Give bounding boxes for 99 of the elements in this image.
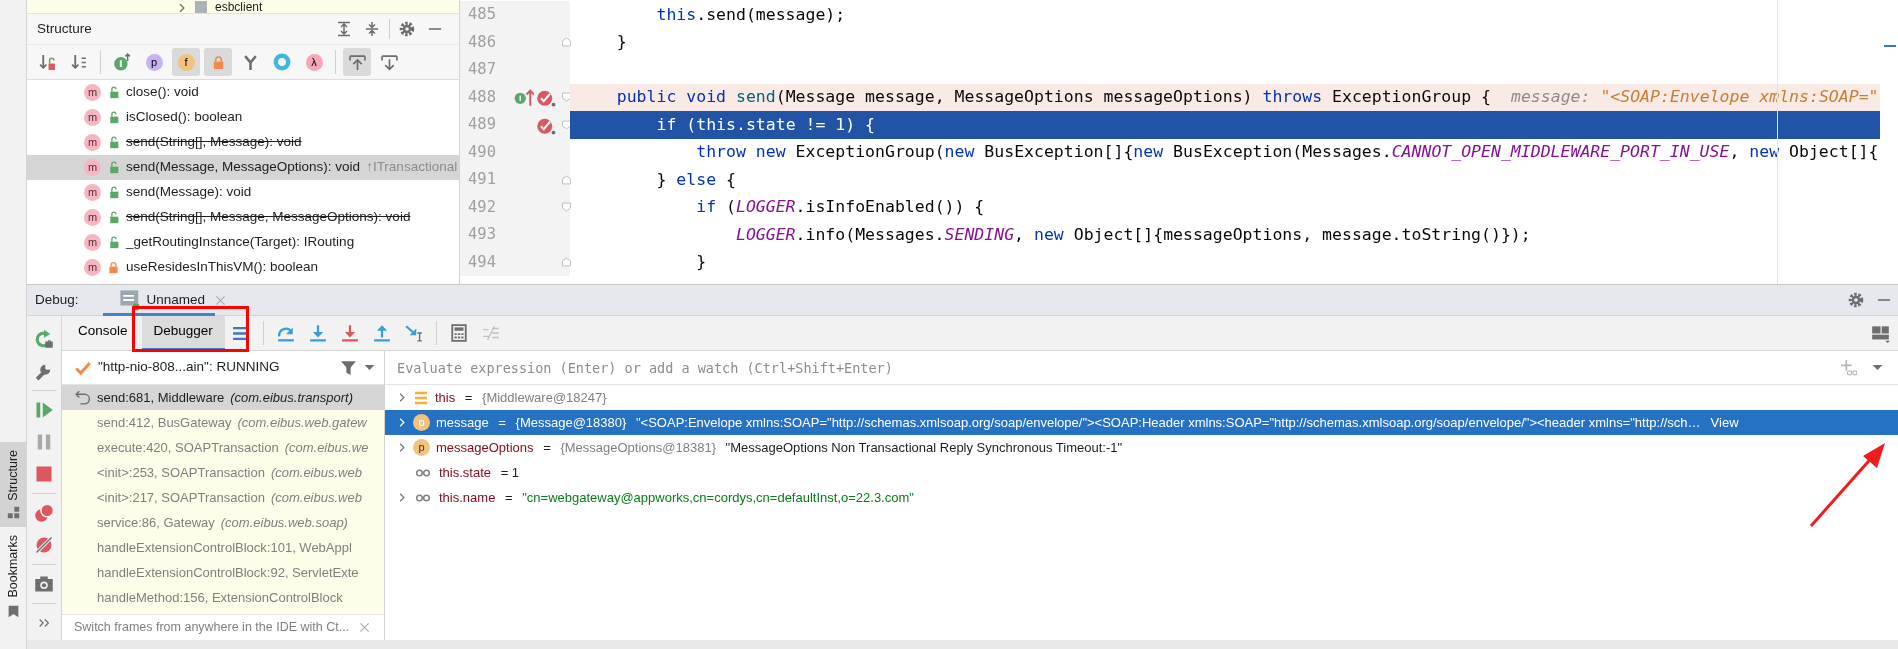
breakpoints-icon	[34, 502, 54, 523]
code-line: }	[615, 31, 628, 54]
hint-text: Switch frames from anywhere in the IDE with Ct...	[74, 620, 350, 635]
code-line: }	[695, 251, 708, 274]
stack-frame[interactable]: handleExtensionControlBlock:92, ServletExte	[62, 560, 384, 585]
stack-frame[interactable]: execute:420, SOAPTransaction (com.eibus.we	[62, 435, 384, 460]
line-number: 494	[467, 252, 496, 272]
debugger-icon	[118, 289, 141, 311]
ring-icon	[273, 53, 291, 71]
code-line: LOGGER.info(Messages.SENDING, new Object[]{messageOptions, message.toString()});	[734, 223, 1532, 246]
thread-selector[interactable]: "http-nio-808...ain": RUNNING	[98, 359, 334, 376]
variable-item[interactable]: p message = {Message@18380} "<SOAP:Envelope xmlns:SOAP="http://schemas.xmlsoap.org/soap/envelope/"><SOAP:Header xmlns:SOAP="http://schemas.xmlsoap.org/soap/envelope/"><header xmlns="http://sch… View	[385, 410, 1898, 435]
structure-icon	[6, 506, 20, 520]
tool-window-tab[interactable]: Bookmarks	[0, 527, 26, 627]
structure-item[interactable]: m send(String[], Message, MessageOptions): void	[27, 205, 459, 230]
parameter-icon: p	[413, 439, 430, 456]
line-number: 485	[467, 5, 496, 25]
variable-item[interactable]: this.name = "cn=webgateway@appworks,cn=cordys,cn=defaultInst,o=22.3.com"	[385, 485, 1898, 510]
up-arrow-circle-icon	[113, 53, 131, 71]
method-icon: m	[84, 209, 101, 226]
structure-item[interactable]: m send(String[], Message): void	[27, 130, 459, 155]
step-out-icon	[372, 324, 391, 342]
code-line: this.send(message);	[655, 3, 847, 26]
filter-icon[interactable]	[340, 359, 357, 376]
line-number: 487	[467, 60, 496, 80]
line-number: 493	[467, 225, 496, 245]
stack-frame[interactable]: handleExtensionControlBlock:101, WebAppl	[62, 535, 384, 560]
return-arrow-icon	[74, 389, 91, 406]
line-number: 486	[467, 32, 496, 52]
code-line: if (LOGGER.isInfoEnabled()) {	[695, 196, 986, 219]
fold-marker-icon[interactable]	[562, 256, 571, 269]
stack-frame[interactable]: <init>:217, SOAPTransaction (com.eibus.web	[62, 485, 384, 510]
mute-breakpoints-icon	[34, 534, 54, 555]
step-into-icon	[340, 324, 359, 342]
arrow-down-icon	[380, 53, 398, 71]
fold-marker-icon[interactable]	[562, 91, 571, 104]
parameter-icon: p	[413, 414, 430, 431]
trace-icon	[481, 324, 500, 342]
stack-frame[interactable]: service:86, Gateway (com.eibus.web.soap)	[62, 510, 384, 535]
collapse-all-icon	[364, 21, 380, 37]
tab[interactable]: Console	[66, 315, 132, 351]
structure-item[interactable]: m useResidesInThisVM(): boolean	[27, 255, 459, 280]
fields-filter-button[interactable]: f	[172, 48, 200, 76]
stack-frame[interactable]: <init>:253, SOAPTransaction (com.eibus.web	[62, 460, 384, 485]
fold-marker-icon[interactable]	[562, 118, 571, 131]
line-number: 492	[467, 197, 496, 217]
variable-item[interactable]: this = {Middleware@18247}	[385, 385, 1898, 410]
stack-frame[interactable]: send:681, Middleware (com.eibus.transport)	[62, 385, 384, 410]
implements-icon[interactable]	[514, 87, 534, 108]
layout-icon	[1870, 323, 1890, 343]
settings-icon	[1848, 292, 1864, 308]
stack-frame[interactable]: handleMethod:156, ExtensionControlBlock	[62, 585, 384, 610]
fold-marker-icon[interactable]	[562, 173, 571, 186]
panel-title: Debug:	[35, 291, 79, 309]
run-to-cursor-icon	[404, 324, 423, 342]
properties-filter-button[interactable]: p	[140, 48, 168, 76]
settings-icon	[399, 21, 415, 37]
structure-item[interactable]: m send(Message): void	[27, 180, 459, 205]
lambda-filter-button[interactable]: λ	[300, 48, 328, 76]
fold-marker-icon[interactable]	[562, 36, 571, 49]
structure-item[interactable]: m close(): void	[27, 80, 459, 105]
method-icon: m	[84, 184, 101, 201]
sort-arrow-icon	[70, 53, 88, 71]
sort-arrow-icon	[38, 53, 56, 71]
code-line: } else {	[655, 168, 737, 191]
view-link[interactable]: View	[1710, 414, 1739, 431]
arrow-up-icon	[348, 53, 366, 71]
close-icon[interactable]	[359, 622, 371, 633]
structure-item[interactable]: m isClosed(): boolean	[27, 105, 459, 130]
line-number: 491	[467, 170, 496, 190]
variable-item[interactable]: p messageOptions = {MessageOptions@18381} "MessageOptions Non Transactional Reply Synchronous Timeout:-1"	[385, 435, 1898, 460]
field-icon	[413, 389, 429, 406]
bookmark-icon	[6, 604, 20, 619]
rerun-icon	[34, 328, 54, 349]
line-number: 490	[467, 142, 496, 162]
step-into-icon	[308, 324, 327, 342]
method-icon: m	[84, 159, 101, 176]
add-watch-icon[interactable]	[1840, 359, 1857, 376]
folder-icon	[193, 1, 209, 13]
tree-item[interactable]: esbclient	[215, 1, 263, 13]
structure-item[interactable]: m send(Message, MessageOptions): void ↑ITransactional	[27, 155, 459, 180]
stack-frame[interactable]: send:412, BusGateway (com.eibus.web.gatew	[62, 410, 384, 435]
expression-field[interactable]: Evaluate expression (Enter) or add a watch (Ctrl+Shift+Enter)	[385, 351, 1826, 384]
structure-item[interactable]: m _getRoutingInstance(Target): IRouting	[27, 230, 459, 255]
tool-window-tab[interactable]: Structure	[0, 441, 26, 528]
method-icon: m	[84, 134, 101, 151]
arrow-up-button[interactable]	[343, 48, 371, 76]
line-number: 489	[467, 115, 496, 135]
method-icon: m	[84, 84, 101, 101]
method-icon: m	[84, 259, 101, 276]
line-number: 488	[467, 87, 496, 107]
calculator-icon	[449, 324, 468, 342]
close-icon[interactable]	[215, 294, 227, 306]
fold-marker-icon[interactable]	[562, 201, 571, 214]
expand-all-icon	[336, 21, 352, 37]
method-icon: m	[84, 109, 101, 126]
panel-title: Structure	[37, 20, 93, 38]
variable-item[interactable]: this.state = 1	[385, 460, 1898, 485]
method-icon: m	[84, 234, 101, 251]
